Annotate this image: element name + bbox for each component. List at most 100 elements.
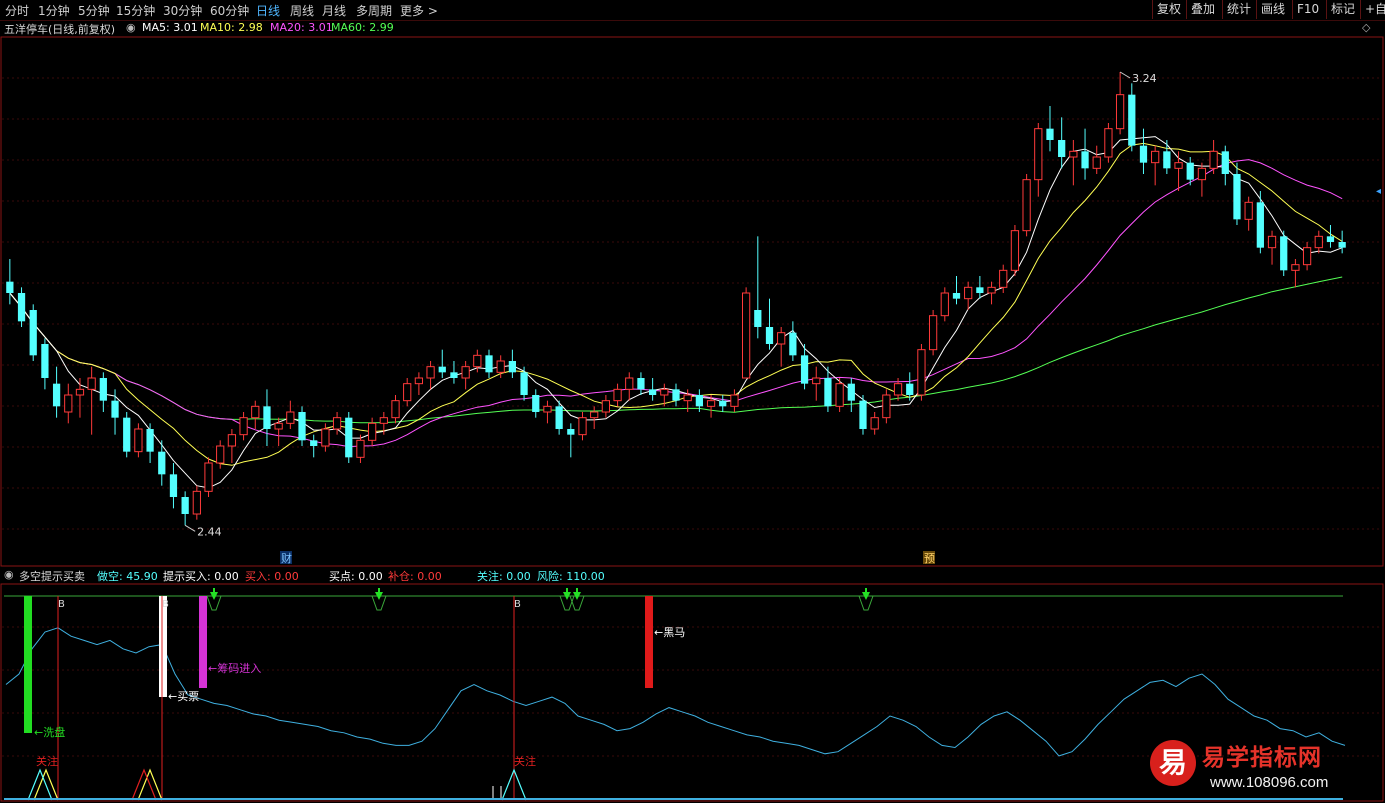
candle-body	[1256, 202, 1264, 248]
candle-body	[578, 417, 587, 436]
candle-body	[999, 269, 1008, 288]
candle-body	[251, 405, 260, 419]
candle-body	[438, 366, 446, 373]
candle-body	[1314, 235, 1323, 249]
candle-body	[835, 383, 844, 407]
diamond-icon: ◇	[1362, 21, 1371, 34]
b-label-1: B	[58, 599, 65, 610]
candle	[310, 434, 318, 458]
candle-body	[987, 286, 996, 294]
candle-body	[1034, 128, 1043, 181]
candle	[882, 389, 891, 424]
candle	[158, 440, 166, 486]
candle-body	[1104, 128, 1113, 158]
candle-body	[356, 439, 365, 458]
candle	[1209, 140, 1218, 174]
candle-body	[964, 286, 973, 300]
candle-body	[555, 406, 563, 429]
event-marker-cai: 财	[280, 551, 292, 565]
candle-body	[414, 377, 424, 385]
candle-body	[1174, 162, 1183, 169]
candle-body	[99, 378, 107, 401]
candle-body	[403, 383, 412, 402]
candle-body	[379, 417, 388, 424]
candle	[1046, 106, 1054, 152]
event-marker-yu: 预	[923, 551, 935, 565]
high-pointer	[1119, 71, 1131, 79]
candle-body	[672, 389, 680, 401]
down-arrow-icon	[858, 588, 874, 611]
candle-body	[789, 332, 797, 356]
candle-body	[683, 394, 692, 402]
candle-body	[192, 490, 201, 515]
guanzhu-label-2: 关注	[514, 754, 536, 768]
candle-body	[6, 281, 14, 293]
candle	[672, 383, 680, 407]
candle	[754, 236, 762, 339]
candle-body	[637, 378, 645, 390]
candle	[1338, 230, 1346, 254]
candle	[41, 338, 49, 390]
b-label-2: B	[162, 599, 169, 610]
candle	[29, 304, 37, 361]
candle-body	[87, 377, 96, 390]
candle-body	[1244, 201, 1253, 220]
price-marker-icon: ◂	[1376, 186, 1381, 197]
candle-body	[870, 417, 879, 430]
candle-body	[1267, 235, 1277, 249]
candle	[298, 406, 306, 446]
candle-body	[777, 332, 786, 345]
candle-body	[893, 383, 903, 396]
candle-body	[321, 428, 330, 447]
chart-canvas[interactable]: ◇ ◂ 3.24 2.44 财 预 B B B ←洗盘 ←买票 ←筹码进入 ←黑马关注 关注	[0, 0, 1385, 803]
candle	[1314, 230, 1323, 254]
candle	[847, 378, 855, 412]
candle	[1092, 145, 1101, 174]
candle	[1267, 230, 1277, 265]
candle	[1128, 83, 1136, 152]
candle-body	[800, 355, 809, 384]
candle	[649, 378, 657, 401]
candle	[1197, 162, 1207, 197]
candle	[719, 395, 727, 412]
candle-body	[17, 293, 26, 322]
candle	[1302, 242, 1312, 271]
candle-body	[1022, 179, 1031, 232]
candle	[123, 412, 131, 458]
candle	[1069, 140, 1078, 186]
candle-body	[75, 388, 85, 396]
candle	[859, 395, 867, 435]
candle-body	[111, 400, 119, 418]
candle-body	[146, 429, 154, 452]
candle-body	[1115, 94, 1125, 130]
candle-body	[450, 372, 458, 378]
candle	[917, 344, 926, 401]
candle-body	[719, 400, 727, 407]
candle-body	[660, 388, 669, 396]
b-label-3: B	[514, 599, 521, 610]
candle	[1221, 145, 1229, 186]
event-cai-label: 财	[281, 551, 292, 565]
candle	[263, 389, 271, 446]
candle	[1280, 230, 1288, 276]
candle	[227, 429, 237, 463]
candle-body	[310, 440, 318, 446]
candle	[812, 366, 821, 401]
candle	[251, 400, 260, 429]
candle	[1139, 128, 1148, 174]
candle-body	[52, 383, 61, 407]
candle-body	[1233, 174, 1241, 220]
candle	[17, 287, 26, 327]
candle-body	[216, 445, 225, 464]
event-yu-label: 预	[924, 552, 935, 565]
candle-body	[928, 315, 938, 351]
candle-body	[706, 400, 716, 407]
candle	[345, 412, 353, 463]
candle	[590, 406, 599, 429]
candle-body	[1338, 242, 1346, 248]
candle	[789, 321, 797, 361]
candle	[356, 434, 365, 463]
candle-body	[286, 411, 295, 424]
down-arrow-icon	[206, 588, 222, 611]
candle-body	[940, 292, 949, 317]
